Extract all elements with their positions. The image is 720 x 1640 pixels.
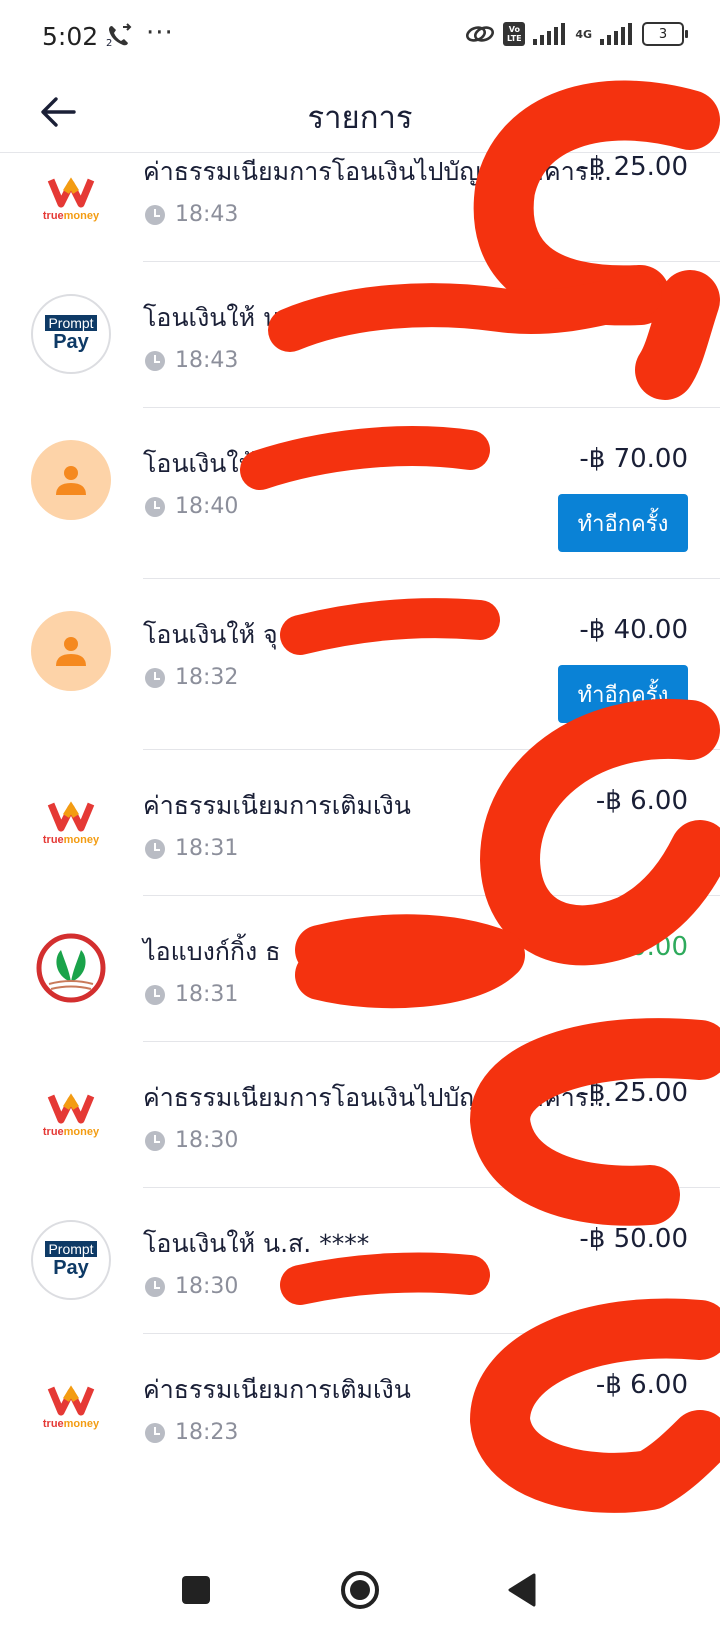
transaction-title: ไอแบงก์กิ้ง ธ (143, 937, 281, 966)
battery-icon: 3 (642, 22, 688, 46)
share-link[interactable]: แชร์รายการ (562, 96, 688, 135)
time-label: 18:32 (175, 665, 239, 690)
transaction-row[interactable]: ไอแบงก์กิ้ง ธ +฿ 300.00 18:31 (0, 896, 720, 1042)
clock-icon (145, 204, 165, 225)
person-icon (31, 440, 111, 520)
transaction-row[interactable]: truemoney ค่าธรรมเนียมการเติมเงิน -฿ 6.0… (0, 750, 720, 896)
signal-2-icon (600, 23, 632, 45)
promptpay-logo-bottom: Pay (53, 1257, 89, 1279)
time-label: 18:40 (175, 494, 239, 519)
truemoney-wordmark: truemoney (43, 210, 100, 222)
recents-button[interactable] (168, 1562, 224, 1618)
call-forward-icon: 2 (106, 22, 136, 54)
transaction-title: โอนเงินให้ น.ส. **** (143, 1229, 370, 1258)
truemoney-icon: truemoney (31, 1366, 111, 1446)
truemoney-icon: truemoney (31, 158, 111, 238)
clock-icon (145, 838, 165, 859)
promptpay-logo-top: Prompt (45, 315, 97, 331)
transaction-row[interactable]: Prompt Pay โอนเงินให้ น -฿ 110.00 18:43 (0, 262, 720, 408)
repeat-button[interactable]: ทำอีกครั้ง (558, 665, 688, 723)
circle-icon (341, 1571, 379, 1609)
transaction-row[interactable]: โอนเงินให้ จุ -฿ 40.00 18:32 ทำอีกครั้ง (0, 579, 720, 750)
transaction-amount: -฿ 70.00 (579, 444, 688, 474)
transaction-title: ค่าธรรมเนียมการเติมเงิน (143, 791, 411, 820)
transaction-amount: -฿ 25.00 (579, 1078, 688, 1108)
status-indicators: Vo LTE 4G 3 (465, 22, 688, 46)
status-bar: 5:02 2 ··· Vo LTE 4G 3 (0, 0, 720, 78)
transaction-amount: -฿ 50.00 (579, 1224, 688, 1254)
transaction-time: 18:43 (145, 202, 238, 227)
time-label: 18:23 (175, 1420, 239, 1445)
clock-icon (145, 1130, 165, 1151)
signal-icon (533, 23, 566, 45)
time-label: 18:30 (175, 1128, 239, 1153)
promptpay-logo-top: Prompt (45, 1241, 97, 1257)
transaction-time: 18:31 (145, 982, 238, 1007)
transaction-time: 18:32 (145, 665, 238, 690)
transaction-row[interactable]: Prompt Pay โอนเงินให้ น.ส. **** -฿ 50.00… (0, 1188, 720, 1334)
transaction-time: 18:23 (145, 1420, 238, 1445)
transaction-amount: -฿ 6.00 (595, 1370, 688, 1400)
transaction-title: ค่าธรรมเนียมการโอนเงินไปบัญชีธนาคาร... (143, 157, 613, 186)
status-time: 5:02 (42, 22, 99, 51)
truemoney-wordmark: truemoney (43, 834, 100, 846)
transaction-amount: -฿ 40.00 (579, 615, 688, 645)
clock-icon (145, 667, 165, 688)
transaction-amount: -฿ 25.00 (579, 152, 688, 182)
transaction-title: โอนเงินให้ (143, 449, 256, 478)
transaction-title: ค่าธรรมเนียมการโอนเงินไปบัญชีธนาคาร... (143, 1083, 613, 1112)
system-nav-bar (0, 1540, 720, 1640)
transaction-row[interactable]: truemoney ค่าธรรมเนียมการโอนเงินไปบัญชีธ… (0, 1042, 720, 1188)
transaction-list: truemoney ค่าธรรมเนียมการโอนเงินไปบัญชีธ… (0, 152, 720, 1480)
clock-icon (145, 984, 165, 1005)
truemoney-wordmark: truemoney (43, 1126, 100, 1138)
promptpay-logo-bottom: Pay (53, 331, 89, 353)
time-label: 18:31 (175, 982, 239, 1007)
transaction-row[interactable]: truemoney ค่าธรรมเนียมการโอนเงินไปบัญชีธ… (0, 152, 720, 262)
clock-icon (145, 496, 165, 517)
truemoney-icon: truemoney (31, 1074, 111, 1154)
repeat-button[interactable]: ทำอีกครั้ง (558, 494, 688, 552)
time-label: 18:43 (175, 348, 239, 373)
back-nav-button[interactable] (494, 1562, 550, 1618)
transaction-title: ค่าธรรมเนียมการเติมเงิน (143, 1375, 411, 1404)
transaction-amount: -฿ 6.00 (595, 786, 688, 816)
transaction-amount: -฿ 110.00 (562, 298, 688, 328)
transaction-row[interactable]: truemoney ค่าธรรมเนียมการเติมเงิน -฿ 6.0… (0, 1334, 720, 1480)
clock-icon (145, 1276, 165, 1297)
link-icon (466, 26, 495, 42)
transaction-time: 18:31 (145, 836, 238, 861)
battery-level: 3 (658, 26, 668, 42)
call-badge: 2 (106, 38, 113, 49)
truemoney-wordmark: truemoney (43, 1418, 100, 1430)
time-label: 18:30 (175, 1274, 239, 1299)
transaction-time: 18:43 (145, 348, 238, 373)
square-icon (182, 1576, 210, 1604)
network-type: 4G (575, 27, 592, 41)
clock-icon (145, 1422, 165, 1443)
app-header: รายการ แชร์รายการ (0, 78, 720, 153)
more-notifications-icon: ··· (146, 18, 174, 48)
transaction-title: โอนเงินให้ จุ (143, 620, 278, 649)
promptpay-icon: Prompt Pay (31, 294, 111, 374)
time-label: 18:43 (175, 202, 239, 227)
transaction-time: 18:30 (145, 1274, 238, 1299)
home-button[interactable] (332, 1562, 388, 1618)
person-icon (31, 611, 111, 691)
transaction-amount: +฿ 300.00 (550, 932, 688, 962)
truemoney-icon: truemoney (31, 782, 111, 862)
transaction-title: โอนเงินให้ น (143, 303, 281, 332)
volte-icon: Vo LTE (503, 22, 526, 46)
triangle-back-icon (508, 1573, 536, 1607)
promptpay-icon: Prompt Pay (31, 1220, 111, 1300)
clock-icon (145, 350, 165, 371)
transaction-row[interactable]: โอนเงินให้ -฿ 70.00 18:40 ทำอีกครั้ง (0, 408, 720, 579)
transaction-time: 18:40 (145, 494, 238, 519)
kbank-icon (31, 928, 111, 1008)
transaction-time: 18:30 (145, 1128, 238, 1153)
time-label: 18:31 (175, 836, 239, 861)
